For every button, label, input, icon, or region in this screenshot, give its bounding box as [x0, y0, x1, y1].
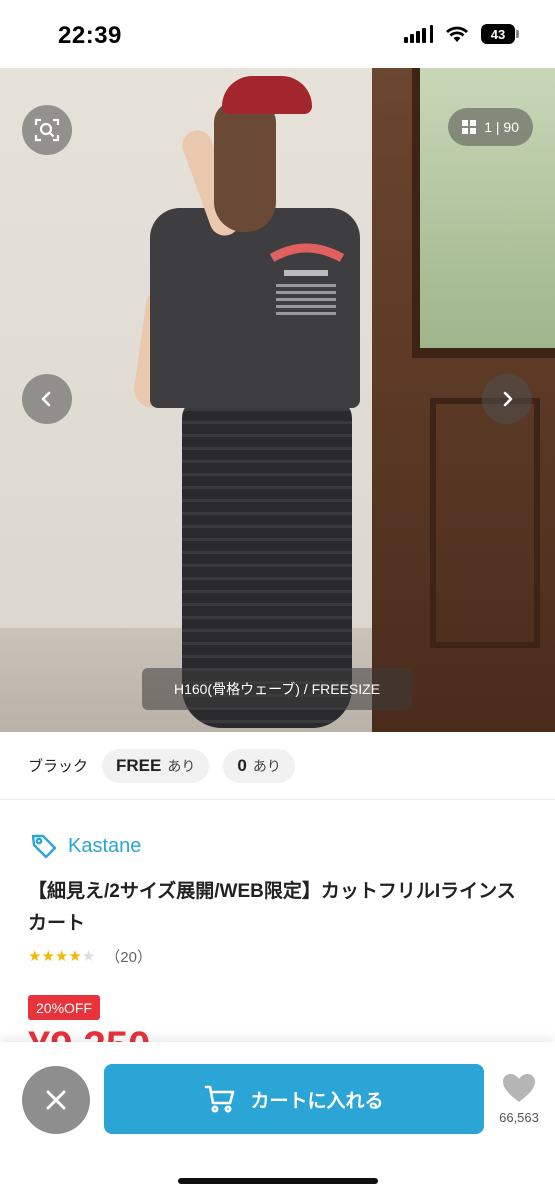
previous-image-button[interactable] — [22, 374, 72, 424]
image-counter-text: 1 | 90 — [484, 119, 519, 135]
image-counter[interactable]: 1 | 90 — [448, 108, 533, 146]
status-bar: 22:39 43 — [0, 0, 555, 68]
rating-count: （20） — [105, 949, 152, 966]
model-size-caption: H160(骨格ウェーブ) / FREESIZE — [142, 668, 412, 710]
close-button[interactable] — [22, 1066, 90, 1134]
discount-badge: 20%OFF — [28, 995, 101, 1020]
status-time: 22:39 — [58, 22, 122, 49]
cellular-signal-icon — [404, 25, 433, 43]
star-empty-icon: ★ — [81, 947, 96, 965]
status-indicators: 43 — [404, 24, 519, 44]
next-image-button[interactable] — [482, 374, 532, 424]
product-title: 【細見え/2サイズ展開/WEB限定】カットフリルIラインスカート — [28, 881, 516, 934]
bottom-action-bar: カートに入れる 66,563 — [0, 1042, 555, 1200]
stock-status: あり — [167, 757, 196, 774]
grid-icon — [462, 120, 477, 134]
star-filled-icon: ★ — [68, 947, 82, 965]
stock-status: あり — [252, 757, 281, 774]
size-option-label: FREE — [116, 755, 162, 775]
heart-icon — [503, 1074, 535, 1102]
star-filled-icon: ★ — [41, 947, 55, 965]
product-image[interactable]: 1 | 90 H160(骨格ウェーブ) / FREESIZE — [0, 68, 555, 732]
close-icon — [46, 1090, 66, 1110]
home-indicator — [178, 1178, 378, 1184]
star-filled-icon: ★ — [28, 947, 42, 965]
rating-stars: ★★★★★ — [28, 948, 95, 966]
color-label: ブラック — [28, 758, 89, 775]
favorite-count: 66,563 — [499, 1110, 539, 1125]
size-option-0[interactable]: 0 あり — [223, 748, 295, 783]
chevron-left-icon — [41, 391, 51, 407]
star-filled-icon: ★ — [54, 947, 69, 965]
battery-icon: 43 — [481, 24, 519, 44]
size-option-label: 0 — [237, 755, 247, 775]
favorite-button[interactable]: 66,563 — [490, 1072, 548, 1125]
battery-level: 43 — [490, 26, 506, 42]
brand-link[interactable]: Kastane — [30, 832, 141, 860]
tag-icon — [31, 834, 57, 859]
image-search-icon — [34, 118, 60, 142]
cart-icon — [205, 1085, 235, 1113]
chevron-right-icon — [503, 391, 513, 407]
add-to-cart-button[interactable]: カートに入れる — [104, 1064, 484, 1134]
variant-selector: ブラック FREE あり 0 あり — [0, 732, 555, 800]
add-to-cart-label: カートに入れる — [250, 1090, 384, 1112]
size-option-free[interactable]: FREE あり — [102, 748, 210, 783]
brand-name: Kastane — [68, 834, 142, 857]
image-search-button[interactable] — [22, 105, 72, 155]
wifi-icon — [445, 25, 469, 43]
rating[interactable]: ★★★★★ （20） — [28, 946, 152, 967]
